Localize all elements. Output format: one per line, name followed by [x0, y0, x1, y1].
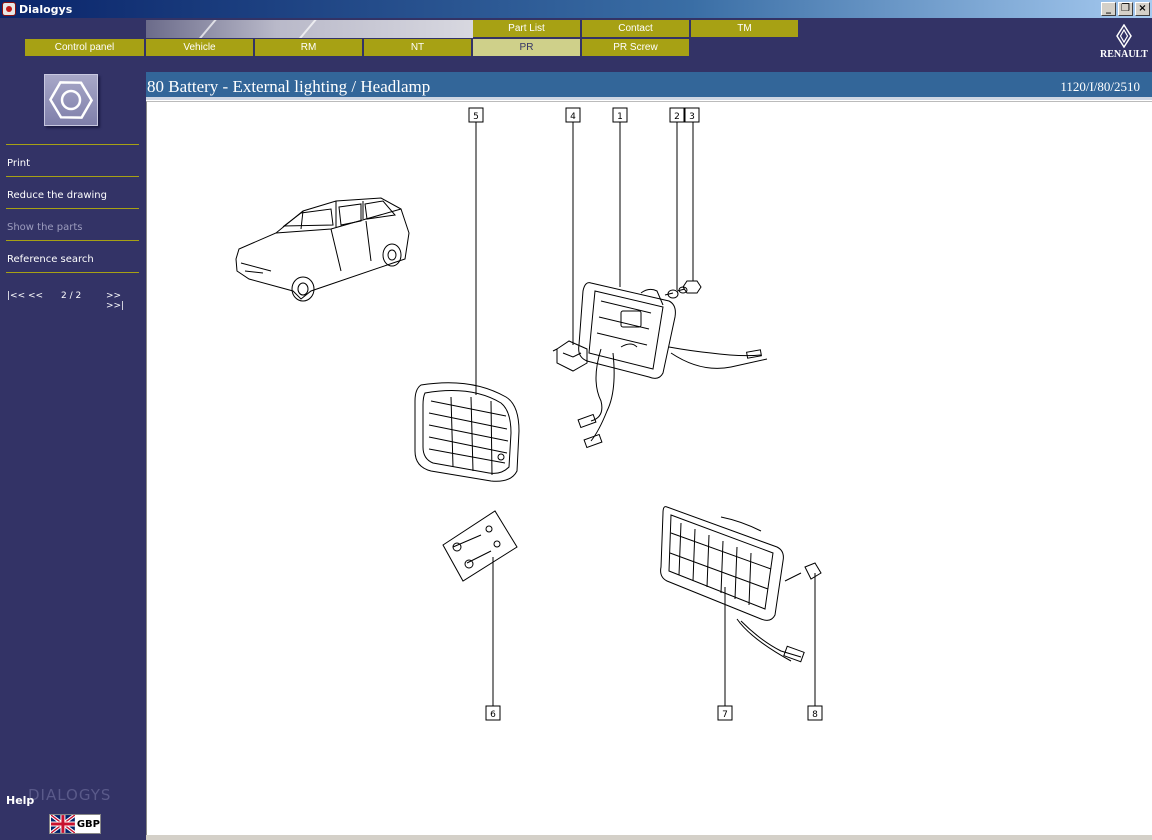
callout-4[interactable]: 4: [565, 107, 581, 123]
menu-divider: [6, 144, 139, 145]
callout-5-label: 5: [473, 112, 479, 122]
header-decoration: [146, 20, 473, 38]
callout-4-label: 4: [570, 112, 576, 122]
parts-diagram: 5 4 1 2 3 6 7 8: [235, 107, 823, 721]
callout-2[interactable]: 2: [669, 107, 685, 123]
tab-contact[interactable]: Contact: [582, 20, 690, 37]
tab-tm[interactable]: TM: [691, 20, 799, 37]
menu-divider: [6, 208, 139, 209]
bottom-status-strip: [146, 835, 1152, 840]
page-reference: 1120/I/80/2510: [1060, 79, 1140, 94]
language-selector[interactable]: GBP: [49, 814, 101, 834]
page-indicator: 2 / 2: [61, 291, 82, 301]
hex-nut-icon: [44, 74, 98, 126]
callout-3-label: 3: [689, 112, 695, 122]
page-title: 80 Battery - External lighting / Headlam…: [147, 77, 431, 96]
renault-logo: RENAULT: [1098, 23, 1150, 68]
callout-2-label: 2: [674, 112, 680, 122]
car-illustration: [235, 197, 410, 302]
callout-8-label: 8: [812, 710, 818, 720]
part-4-bracket: [552, 340, 588, 372]
first-prev-page-button[interactable]: |<< <<: [7, 291, 43, 301]
dialogys-watermark: DIALOGYS: [28, 786, 112, 804]
print-link[interactable]: Print: [7, 158, 30, 169]
callout-7-label: 7: [722, 710, 728, 720]
language-code: GBP: [76, 818, 100, 830]
reduce-drawing-link[interactable]: Reduce the drawing: [7, 190, 107, 201]
tab-part-list[interactable]: Part List: [473, 20, 581, 37]
tab-nt[interactable]: NT: [364, 39, 472, 56]
window-title: Dialogys: [19, 2, 73, 16]
page-header: 80 Battery - External lighting / Headlam…: [146, 72, 1152, 100]
exploded-drawing[interactable]: 5 4 1 2 3 6 7 8: [146, 101, 1152, 835]
callout-1-label: 1: [617, 112, 623, 122]
callout-3[interactable]: 3: [684, 107, 700, 123]
menu-divider: [6, 176, 139, 177]
part-5-headlamp: [414, 382, 520, 482]
reference-search-link[interactable]: Reference search: [7, 254, 94, 265]
part-1-auxiliary-lamp: [577, 282, 768, 449]
dialogys-app-icon: [2, 2, 16, 16]
menu-divider: [6, 240, 139, 241]
tab-pr-screw[interactable]: PR Screw: [582, 39, 690, 56]
next-last-page-button[interactable]: >> >>|: [106, 291, 139, 311]
tab-control-panel[interactable]: Control panel: [25, 39, 145, 56]
part-2-3-washer-nut: [667, 280, 702, 299]
callout-1[interactable]: 1: [612, 107, 628, 123]
callout-7[interactable]: 7: [717, 705, 733, 721]
callout-6[interactable]: 6: [485, 705, 501, 721]
menu-divider: [6, 272, 139, 273]
tab-rm[interactable]: RM: [255, 39, 363, 56]
window-titlebar: Dialogys _ ❐ ×: [0, 0, 1152, 18]
callout-5[interactable]: 5: [468, 107, 484, 123]
uk-flag-icon: [51, 815, 75, 833]
show-parts-link: Show the parts: [7, 222, 83, 233]
minimize-button[interactable]: _: [1101, 2, 1116, 16]
part-7-fog-lamp: [660, 506, 805, 663]
tab-vehicle[interactable]: Vehicle: [146, 39, 254, 56]
part-8-clip: [784, 562, 822, 582]
renault-diamond-icon: [1116, 23, 1132, 49]
app-header: Part List Contact TM Control panel Vehic…: [0, 18, 1152, 72]
help-link[interactable]: Help: [6, 794, 34, 807]
sidebar: Print Reduce the drawing Show the parts …: [0, 72, 146, 840]
callout-6-label: 6: [490, 710, 496, 720]
part-6-screw-kit: [442, 510, 518, 582]
renault-wordmark: RENAULT: [1100, 49, 1148, 60]
tab-pr[interactable]: PR: [473, 39, 581, 56]
close-button[interactable]: ×: [1135, 2, 1150, 16]
window-controls: _ ❐ ×: [1101, 2, 1150, 16]
restore-button[interactable]: ❐: [1118, 2, 1133, 16]
callout-8[interactable]: 8: [807, 705, 823, 721]
